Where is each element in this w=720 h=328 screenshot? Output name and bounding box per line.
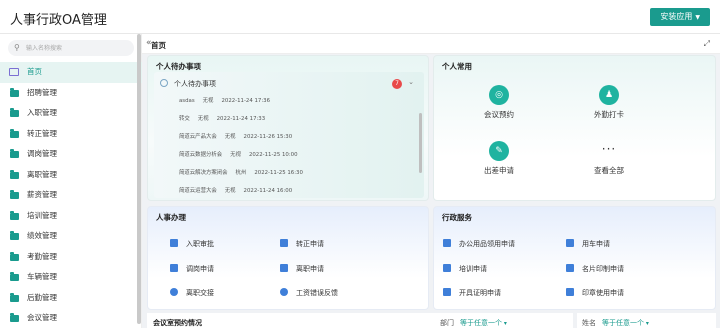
admin-panel-title: 行政服务	[442, 213, 472, 222]
sidebar-item-transfer[interactable]: 调岗管理	[0, 144, 142, 165]
fullscreen-icon[interactable]: ⤢	[704, 39, 710, 49]
people-icon: ♟	[599, 85, 619, 105]
sidebar-item-attendance[interactable]: 考勤管理	[0, 247, 142, 268]
admin-item-training-apply[interactable]: 培训申请	[443, 264, 487, 274]
hr-panel: 人事办理 入职审批 转正申请 调岗申请 离职申请 离职交接 工资错误反馈	[147, 206, 429, 310]
todo-row[interactable]: 简道云数据分析会 无视 2022-11-25 10:00	[179, 150, 306, 158]
common-panel: 个人常用 ◎ 会议预约 ♟ 外勤打卡 ✎ 出差申请 ··· 查看全部	[433, 55, 716, 201]
folder-icon	[10, 292, 19, 302]
sidebar-item-vehicle[interactable]: 车辆管理	[0, 267, 142, 288]
meeting-room-title: 会议室预约情况	[153, 319, 202, 327]
folder-icon	[10, 128, 19, 138]
quick-action-checkin[interactable]: ♟ 外勤打卡	[569, 85, 649, 120]
form-icon	[443, 288, 451, 296]
hr-panel-title: 人事办理	[156, 213, 186, 222]
hr-item-regular-apply[interactable]: 转正申请	[280, 239, 324, 249]
sidebar-item-recruit[interactable]: 招聘管理	[0, 83, 142, 104]
sidebar-item-meeting[interactable]: 会议管理	[0, 308, 142, 328]
feedback-icon	[280, 288, 288, 296]
sidebar-item-performance[interactable]: 绩效管理	[0, 226, 142, 247]
todo-panel-title: 个人待办事项	[156, 62, 201, 71]
sidebar-item-onboard[interactable]: 入职管理	[0, 103, 142, 124]
todo-scrollbar[interactable]	[419, 113, 422, 173]
folder-icon	[10, 169, 19, 179]
todo-count-badge: 7	[392, 79, 402, 89]
folder-icon	[10, 210, 19, 220]
page-title: 首页	[151, 41, 166, 50]
sidebar-item-logistics[interactable]: 后勤管理	[0, 288, 142, 309]
search-input[interactable]: ⚲ 输入名称搜索	[8, 40, 134, 56]
form-icon	[170, 264, 178, 272]
folder-icon	[10, 251, 19, 261]
admin-item-certificate[interactable]: 开具证明申请	[443, 288, 501, 298]
admin-item-office-supplies[interactable]: 办公用品领用申请	[443, 239, 515, 249]
form-icon	[280, 239, 288, 247]
folder-icon	[10, 190, 19, 199]
quick-action-trip[interactable]: ✎ 出差申请	[459, 141, 539, 176]
search-placeholder: 输入名称搜索	[26, 45, 63, 52]
hr-item-resign-apply[interactable]: 离职申请	[280, 264, 324, 274]
department-filter[interactable]: 部门 等于任意一个	[440, 318, 507, 328]
form-icon	[443, 264, 451, 272]
form-icon	[443, 239, 451, 247]
chevron-down-icon[interactable]: ⌄	[408, 78, 414, 86]
todo-panel: 个人待办事项 个人待办事项 7 ⌄ asdas 无视 2022-11-24 17:3…	[147, 55, 429, 201]
monitor-icon	[9, 68, 19, 76]
sidebar-item-home[interactable]: 首页	[0, 62, 142, 83]
folder-icon	[10, 87, 19, 97]
hr-item-salary-feedback[interactable]: 工资错误反馈	[280, 288, 338, 298]
app-title: 人事行政OA管理	[10, 13, 107, 28]
doc-icon: ✎	[489, 141, 509, 161]
hr-item-handover[interactable]: 离职交接	[170, 288, 214, 298]
todo-list: 个人待办事项 7 ⌄ asdas 无视 2022-11-24 17:36 转交 无视 2…	[154, 72, 424, 198]
todo-list-header[interactable]: 个人待办事项	[160, 79, 216, 89]
search-icon: ⚲	[14, 43, 20, 52]
admin-item-card-print[interactable]: 名片印制申请	[566, 264, 624, 274]
sidebar-item-resign[interactable]: 离职管理	[0, 165, 142, 186]
quick-action-meeting[interactable]: ◎ 会议预约	[459, 85, 539, 120]
todo-row[interactable]: 简道云产品大会 无视 2022-11-26 15:30	[179, 132, 300, 140]
form-icon	[566, 264, 574, 272]
name-filter[interactable]: 姓名 等于任意一个	[582, 318, 649, 328]
sidebar: ⚲ 输入名称搜索 首页 招聘管理 入职管理 转正管理 调岗管理 离职管理 薪资管…	[0, 34, 142, 328]
admin-item-car-apply[interactable]: 用车申请	[566, 239, 610, 249]
clock-icon	[170, 288, 178, 296]
folder-icon	[10, 231, 19, 240]
install-app-button[interactable]: 安装应用 ▼	[650, 8, 710, 26]
todo-row[interactable]: 简道云运营大会 无视 2022-11-24 16:00	[179, 186, 300, 194]
form-icon	[566, 288, 574, 296]
sidebar-item-regular[interactable]: 转正管理	[0, 124, 142, 145]
folder-icon	[10, 108, 19, 117]
form-icon	[280, 264, 288, 272]
sidebar-item-training[interactable]: 培训管理	[0, 206, 142, 227]
common-panel-title: 个人常用	[442, 62, 472, 71]
hr-item-onboard-approval[interactable]: 入职审批	[170, 239, 214, 249]
sidebar-item-salary[interactable]: 薪资管理	[0, 185, 142, 206]
todo-row[interactable]: 简道云解决方案闭会 杭州 2022-11-25 16:30	[179, 168, 311, 176]
admin-panel: 行政服务 办公用品领用申请 用车申请 培训申请 名片印制申请 开具证明申请 印章…	[433, 206, 716, 310]
sidebar-scrollbar[interactable]	[137, 34, 141, 324]
quick-action-view-all[interactable]: ··· 查看全部	[569, 141, 649, 176]
app-header: 人事行政OA管理 安装应用 ▼	[0, 0, 720, 34]
clock-icon	[160, 79, 168, 87]
meeting-icon: ◎	[489, 85, 509, 105]
chevron-down-icon: ▼	[695, 14, 700, 21]
form-icon	[566, 239, 574, 247]
form-icon	[170, 239, 178, 247]
folder-icon	[10, 149, 19, 158]
breadcrumb: « 首页 ⤢	[142, 34, 720, 54]
hr-item-transfer-apply[interactable]: 调岗申请	[170, 264, 214, 274]
folder-icon	[10, 313, 19, 322]
sidebar-menu: 首页 招聘管理 入职管理 转正管理 调岗管理 离职管理 薪资管理 培训管理 绩效…	[0, 62, 142, 328]
folder-icon	[10, 272, 19, 281]
more-icon: ···	[601, 142, 617, 156]
todo-row[interactable]: 转交 无视 2022-11-24 17:33	[179, 114, 273, 122]
todo-row[interactable]: asdas 无视 2022-11-24 17:36	[179, 96, 278, 104]
admin-item-seal[interactable]: 印章使用申请	[566, 288, 624, 298]
